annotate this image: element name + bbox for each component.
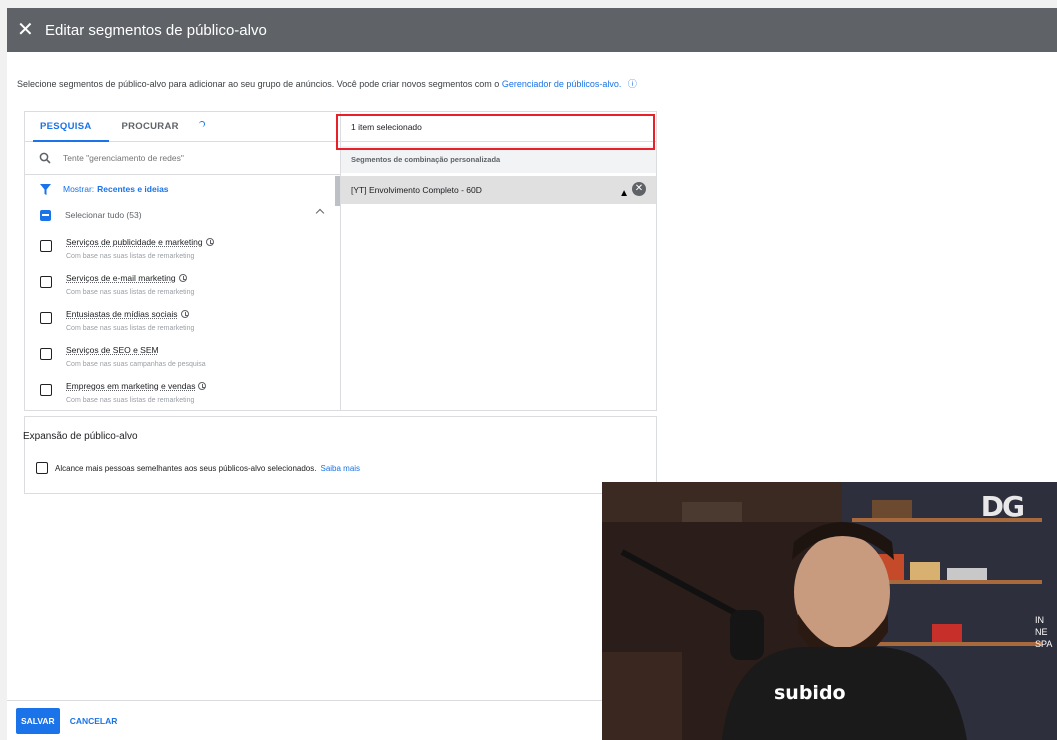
active-tab-indicator bbox=[33, 140, 109, 142]
clock-icon bbox=[205, 238, 214, 246]
selected-item: [YT] Envolvimento Completo - 60D ▲ ✕ bbox=[341, 176, 656, 204]
webcam-overlay: DG subido IN NE SPA bbox=[602, 482, 1057, 740]
expansion-title: Expansão de público-alvo bbox=[23, 431, 138, 442]
select-all-label: Selecionar tudo (53) bbox=[65, 210, 142, 220]
item-name: Empregos em marketing e vendas bbox=[66, 381, 196, 391]
selected-group-header: Segmentos de combinação personalizada bbox=[341, 146, 656, 173]
shirt-text: subido bbox=[774, 682, 846, 704]
item-checkbox[interactable] bbox=[40, 240, 52, 252]
filter-icon bbox=[40, 183, 51, 195]
item-source: Com base nas suas listas de remarketing bbox=[66, 397, 195, 404]
selected-panel: 1 item selecionado Segmentos de combinaç… bbox=[341, 112, 656, 410]
clock-icon bbox=[180, 310, 189, 318]
wall-logo: DG bbox=[980, 490, 1025, 523]
loading-spinner-icon bbox=[199, 121, 205, 127]
item-checkbox[interactable] bbox=[40, 312, 52, 324]
item-checkbox[interactable] bbox=[40, 384, 52, 396]
item-source: Com base nas suas listas de remarketing bbox=[66, 289, 195, 296]
list-item: Entusiastas de mídias sociais Com base n… bbox=[25, 300, 340, 336]
select-all-checkbox[interactable] bbox=[40, 209, 51, 221]
list-item: Serviços de SEO e SEM Com base nas suas … bbox=[25, 336, 340, 372]
annotation-highlight-box bbox=[336, 114, 655, 150]
list-item: Serviços de publicidade e marketing Com … bbox=[25, 228, 340, 264]
help-icon[interactable]: ⓘ bbox=[628, 79, 637, 89]
item-name: Serviços de e-mail marketing bbox=[66, 273, 176, 283]
tab-procurar[interactable]: PROCURAR bbox=[122, 121, 179, 132]
expansion-row: Alcance mais pessoas semelhantes aos seu… bbox=[36, 462, 656, 474]
mouse-cursor-icon: ▲ bbox=[619, 188, 629, 199]
search-bar bbox=[25, 142, 340, 175]
save-button[interactable]: SALVAR bbox=[16, 707, 60, 734]
intro-text: Selecione segmentos de público-alvo para… bbox=[17, 79, 637, 89]
select-all-row: Selecionar tudo (53) bbox=[25, 202, 340, 228]
item-name: Serviços de SEO e SEM bbox=[66, 345, 159, 355]
item-name: Entusiastas de mídias sociais bbox=[66, 309, 178, 319]
expansion-label: Alcance mais pessoas semelhantes aos seu… bbox=[55, 463, 317, 473]
item-source: Com base nas suas listas de remarketing bbox=[66, 253, 195, 260]
audience-expansion-section: Expansão de público-alvo Alcance mais pe… bbox=[23, 416, 657, 494]
item-checkbox[interactable] bbox=[40, 276, 52, 288]
selected-item-label: [YT] Envolvimento Completo - 60D bbox=[351, 185, 482, 195]
filter-value[interactable]: Recentes e ideias bbox=[97, 184, 168, 194]
segment-picker: PESQUISA PROCURAR Mostrar: bbox=[24, 111, 657, 411]
wall-sign-text: IN NE SPA bbox=[1035, 615, 1053, 649]
clock-icon bbox=[178, 274, 187, 282]
remove-icon[interactable]: ✕ bbox=[632, 182, 646, 196]
item-name: Serviços de publicidade e marketing bbox=[66, 237, 203, 247]
segment-list: Mostrar: Recentes e ideias Selecionar tu… bbox=[25, 176, 340, 410]
chevron-up-icon[interactable] bbox=[315, 208, 325, 218]
item-source: Com base nas suas listas de remarketing bbox=[66, 325, 195, 332]
dialog-title: Editar segmentos de público-alvo bbox=[45, 21, 267, 39]
learn-more-link[interactable]: Saiba mais bbox=[320, 464, 360, 473]
clock-icon bbox=[198, 382, 207, 390]
search-input[interactable] bbox=[63, 153, 263, 163]
filter-row[interactable]: Mostrar: Recentes e ideias bbox=[25, 176, 340, 202]
tab-pesquisa[interactable]: PESQUISA bbox=[40, 121, 92, 132]
filter-label: Mostrar: bbox=[63, 184, 95, 194]
item-checkbox[interactable] bbox=[40, 348, 52, 360]
search-panel: PESQUISA PROCURAR Mostrar: bbox=[25, 112, 341, 410]
dialog-header: ✕ Editar segmentos de público-alvo bbox=[7, 8, 1057, 52]
search-icon bbox=[39, 152, 51, 164]
list-item: Serviços de e-mail marketing Com base na… bbox=[25, 264, 340, 300]
expansion-checkbox[interactable] bbox=[36, 462, 48, 474]
tab-bar: PESQUISA PROCURAR bbox=[25, 112, 340, 142]
close-icon[interactable]: ✕ bbox=[17, 20, 41, 40]
audience-manager-link[interactable]: Gerenciador de públicos-alvo. bbox=[502, 79, 622, 89]
item-source: Com base nas suas campanhas de pesquisa bbox=[66, 361, 206, 368]
list-item: Empregos em marketing e vendas Com base … bbox=[25, 372, 340, 408]
cancel-button[interactable]: CANCELAR bbox=[70, 716, 118, 726]
